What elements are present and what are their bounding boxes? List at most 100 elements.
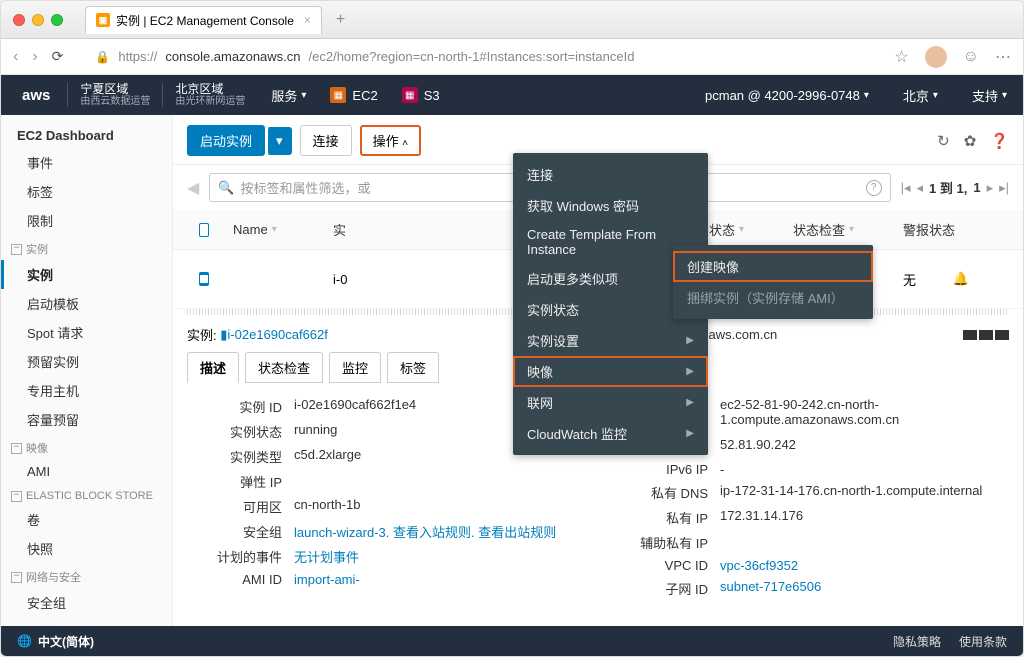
sidebar-item-ami[interactable]: AMI [1, 459, 172, 484]
profile-avatar[interactable] [925, 46, 947, 68]
col-name[interactable]: Name [233, 222, 268, 237]
settings-gear-icon[interactable]: ✿ [964, 132, 977, 150]
address-bar[interactable]: 🔒 https://console.amazonaws.cn/ec2/home?… [77, 49, 880, 64]
sidebar-item-launch-templates[interactable]: 启动模板 [1, 289, 172, 318]
detail-head-label: 实例: [187, 325, 217, 344]
ctx-item-connect[interactable]: 连接 [513, 159, 708, 190]
region-beijing: 北京区域 [175, 83, 245, 96]
browser-tab[interactable]: ▣ 实例 | EC2 Management Console × [85, 6, 322, 34]
panel-layout-icons[interactable] [963, 330, 1009, 340]
sidebar-group-network[interactable]: 网络与安全 [1, 563, 172, 588]
service-ec2-link[interactable]: ▦ EC2 [330, 87, 377, 103]
service-s3-link[interactable]: ▦ S3 [402, 87, 440, 103]
pager-next-icon[interactable]: ▸ [987, 180, 994, 196]
row-checkbox[interactable] [199, 272, 209, 286]
refresh-icon[interactable]: ↻ [937, 132, 950, 150]
region-menu[interactable]: 北京▾ [903, 86, 938, 105]
close-window-icon[interactable] [13, 14, 25, 26]
reload-icon[interactable]: ⟳ [52, 48, 64, 65]
sidebar-group-images[interactable]: 映像 [1, 434, 172, 459]
ctx-item-cloudwatch[interactable]: CloudWatch 监控▶ [513, 418, 708, 449]
ctx-item-image[interactable]: 映像▶ [513, 356, 708, 387]
detail-link[interactable]: 无计划事件 [294, 550, 359, 565]
sidebar-item-instances[interactable]: 实例 [1, 260, 172, 289]
detail-value: vpc-36cf9352 [720, 558, 1009, 573]
globe-icon: 🌐 [17, 634, 32, 648]
sidebar-item-limits[interactable]: 限制 [1, 206, 172, 235]
back-button[interactable]: ‹ [13, 48, 18, 66]
url-path: /ec2/home?region=cn-north-1#Instances:so… [309, 49, 635, 64]
pager-prev-icon[interactable]: ◂ [917, 180, 924, 196]
sidebar-item-capacity[interactable]: 容量预留 [1, 405, 172, 434]
pager-last-icon[interactable]: ▸| [999, 180, 1009, 196]
aws-logo[interactable]: aws [17, 85, 55, 106]
window-chrome: ▣ 实例 | EC2 Management Console × + [1, 1, 1023, 39]
launch-instance-dropdown[interactable]: ▾ [267, 127, 292, 155]
sidebar-item-snapshots[interactable]: 快照 [1, 534, 172, 563]
account-menu[interactable]: pcman @ 4200-2996-0748▾ [705, 88, 869, 103]
sidebar-item-spot[interactable]: Spot 请求 [1, 318, 172, 347]
detail-link[interactable]: launch-wizard-3. 查看入站规则. 查看出站规则 [294, 525, 556, 540]
detail-key: 子网 ID [613, 579, 708, 598]
select-all-checkbox[interactable] [199, 223, 209, 237]
tab-description[interactable]: 描述 [187, 352, 239, 383]
col-status[interactable]: 状态检查 [793, 220, 845, 239]
col-alarm[interactable]: 警报状态 [903, 220, 955, 239]
forward-button[interactable]: › [32, 48, 37, 66]
ctx-item-networking[interactable]: 联网▶ [513, 387, 708, 418]
detail-value [294, 472, 583, 491]
overflow-menu-icon[interactable]: ⋯ [995, 47, 1011, 67]
tab-monitoring[interactable]: 监控 [329, 352, 381, 383]
region-switcher[interactable]: 宁夏区域 由西云数据运营 [67, 83, 162, 107]
sidebar-group-instances[interactable]: 实例 [1, 235, 172, 260]
detail-link[interactable]: subnet-717e6506 [720, 579, 821, 594]
actions-menu-button[interactable]: 操作 ˄ [360, 125, 421, 156]
sidebar-item-elastic-ips[interactable]: 弹性 IP [1, 617, 172, 626]
help-icon[interactable]: ❓ [990, 132, 1009, 150]
sidebar-group-ebs[interactable]: ELASTIC BLOCK STORE [1, 484, 172, 505]
sidebar-item-dashboard[interactable]: EC2 Dashboard [1, 123, 172, 148]
detail-value: ip-172-31-14-176.cn-north-1.compute.inte… [720, 483, 1009, 502]
sidebar-item-security-groups[interactable]: 安全组 [1, 588, 172, 617]
close-tab-icon[interactable]: × [304, 13, 311, 27]
language-selector[interactable]: 🌐 中文(简体) [17, 633, 94, 650]
sidebar-item-reserved[interactable]: 预留实例 [1, 347, 172, 376]
pager-first-icon[interactable]: |◂ [901, 180, 911, 196]
sub-item-bundle-instance[interactable]: 捆绑实例（实例存储 AMI） [673, 282, 873, 313]
alarm-bell-icon[interactable]: 🔔 [953, 271, 969, 287]
ctx-item-instance-settings[interactable]: 实例设置▶ [513, 325, 708, 356]
sidebar-item-volumes[interactable]: 卷 [1, 505, 172, 534]
detail-head-id: i-02e1690caf662f [227, 327, 327, 342]
keyboard-hint-icon: ? [866, 180, 882, 196]
sidebar-item-events[interactable]: 事件 [1, 148, 172, 177]
detail-key: 辅助私有 IP [613, 533, 708, 552]
connect-button[interactable]: 连接 [300, 125, 352, 156]
support-menu[interactable]: 支持▾ [972, 86, 1007, 105]
terms-link[interactable]: 使用条款 [959, 633, 1007, 650]
aws-footer: 🌐 中文(简体) 隐私策略 使用条款 [1, 626, 1023, 656]
ec2-icon: ▦ [330, 87, 346, 103]
star-icon[interactable]: ☆ [894, 47, 908, 67]
maximize-window-icon[interactable] [51, 14, 63, 26]
collapse-sidebar-icon[interactable]: ◀ [187, 178, 199, 198]
detail-value [720, 533, 1009, 552]
tab-status-checks[interactable]: 状态检查 [245, 352, 323, 383]
col-instance[interactable]: 实 [333, 220, 346, 239]
services-menu[interactable]: 服务▾ [271, 86, 306, 105]
privacy-link[interactable]: 隐私策略 [893, 633, 941, 650]
tab-tags[interactable]: 标签 [387, 352, 439, 383]
aws-favicon-icon: ▣ [96, 13, 110, 27]
region-switcher-bj[interactable]: 北京区域 由光环新网运营 [162, 83, 257, 107]
minimize-window-icon[interactable] [32, 14, 44, 26]
detail-value: 无计划事件 [294, 547, 583, 566]
detail-link[interactable]: import-ami- [294, 572, 360, 587]
new-tab-button[interactable]: + [336, 11, 345, 29]
sub-item-create-image[interactable]: 创建映像 [673, 251, 873, 282]
sidebar-item-tags[interactable]: 标签 [1, 177, 172, 206]
sidebar-item-dedicated-hosts[interactable]: 专用主机 [1, 376, 172, 405]
smile-icon[interactable]: ☺ [963, 48, 979, 66]
detail-link[interactable]: vpc-36cf9352 [720, 558, 798, 573]
detail-value: ec2-52-81-90-242.cn-north-1.compute.amaz… [720, 397, 1009, 431]
launch-instance-button[interactable]: 启动实例 [187, 125, 265, 156]
ctx-item-get-windows-password[interactable]: 获取 Windows 密码 [513, 190, 708, 221]
